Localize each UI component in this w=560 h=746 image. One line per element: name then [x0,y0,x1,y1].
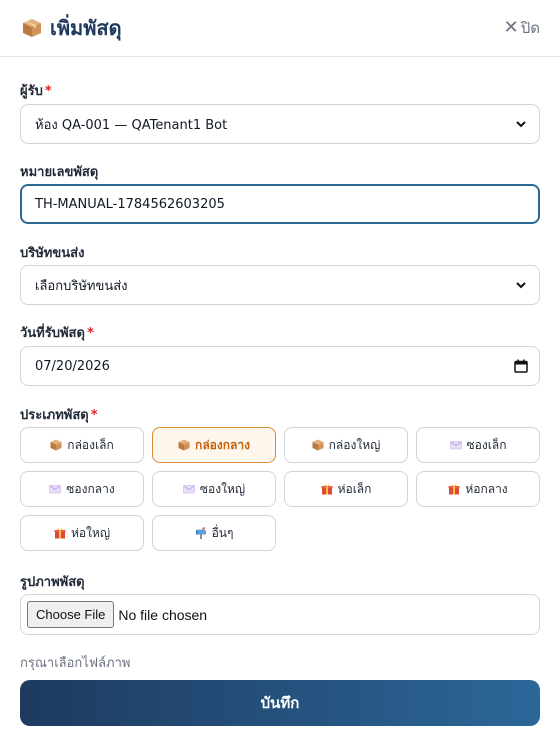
gift-icon [54,527,66,539]
close-icon: ✕ [503,17,519,38]
envelope-icon [449,439,462,451]
parcel-type-option[interactable]: ห่อใหญ่ [20,515,144,551]
chevron-down-icon [516,282,526,289]
parcel-type-option[interactable]: ซองใหญ่ [152,471,276,507]
carrier-select[interactable]: เลือกบริษัทขนส่ง [20,265,540,305]
chevron-down-icon [516,121,526,128]
box-icon [50,439,62,451]
tracking-value: TH-MANUAL-1784562603205 [35,196,225,212]
photo-hint: กรุณาเลือกไฟล์ภาพ [20,656,131,671]
carrier-value: เลือกบริษัทขนส่ง [35,278,128,294]
modal-header: เพิ่มพัสดุ ✕ ปิด [0,0,560,57]
parcel-type-option[interactable]: กล่องเล็ก [20,427,144,463]
recipient-value: ห้อง QA-001 — QATenant1 Bot [35,117,228,133]
date-label: วันที่รับพัสดุ * [20,326,94,341]
parcel-type-option-label: กล่องกลาง [195,437,250,452]
recipient-label: ผู้รับ * [20,84,52,99]
parcel-type-option[interactable]: กล่องใหญ่ [284,427,408,463]
choose-file-button[interactable]: Choose File [27,601,115,628]
close-button[interactable]: ✕ ปิด [504,16,540,40]
mailbox-icon [195,527,207,539]
parcel-type-label: ประเภทพัสดุ * [20,408,98,423]
recipient-select[interactable]: ห้อง QA-001 — QATenant1 Bot [20,104,540,144]
photo-label: รูปภาพพัสดุ [20,575,85,590]
file-status: No file chosen [118,606,208,623]
tracking-input[interactable]: TH-MANUAL-1784562603205 [20,184,540,224]
add-parcel-modal: เพิ่มพัสดุ ✕ ปิด ผู้รับ * ห้อง QA-001 — Q… [0,0,560,746]
parcel-type-option-label: กล่องเล็ก [67,437,114,452]
parcel-type-option-label: กล่องใหญ่ [328,437,381,452]
parcel-type-option-label: ห่อใหญ่ [70,525,111,540]
parcel-type-option-label: ซองกลาง [66,481,115,496]
parcel-type-option-label: ห่อเล็ก [337,481,372,496]
save-button[interactable]: บันทึก [20,680,540,726]
parcel-type-option[interactable]: ซองเล็ก [416,427,540,463]
box-icon [178,439,190,451]
title-wrap: เพิ่มพัสดุ [22,12,122,44]
tracking-label: หมายเลขพัสดุ [20,165,99,180]
envelope-icon [183,483,195,495]
box-icon [312,439,324,451]
parcel-type-option[interactable]: ห่อเล็ก [284,471,408,507]
parcel-type-option-label: ซองใหญ่ [199,481,246,496]
parcel-type-grid: กล่องเล็ก กล่องกลาง กล่องใหญ่ ซองเล็กซองกลา… [20,427,540,551]
parcel-type-option[interactable]: กล่องกลาง [152,427,276,463]
gift-icon [448,483,460,495]
parcel-type-option-label: อื่นๆ [211,525,234,540]
parcel-type-option-label: ห่อกลาง [465,481,508,496]
parcel-type-option[interactable]: อื่นๆ [152,515,276,551]
carrier-label: บริษัทขนส่ง [20,246,85,261]
photo-file-input[interactable]: Choose File No file chosen [20,594,540,635]
gift-icon [321,483,333,495]
modal-title: เพิ่มพัสดุ [50,16,122,40]
date-value: 07/20/2026 [35,358,110,374]
close-label: ปิด [520,19,540,37]
envelope-icon [49,483,62,495]
date-input[interactable]: 07/20/2026 [20,346,540,386]
calendar-icon[interactable] [514,359,528,373]
parcel-type-option[interactable]: ซองกลาง [20,471,144,507]
parcel-type-option[interactable]: ห่อกลาง [416,471,540,507]
package-icon [23,19,41,37]
parcel-type-option-label: ซองเล็ก [466,437,507,452]
